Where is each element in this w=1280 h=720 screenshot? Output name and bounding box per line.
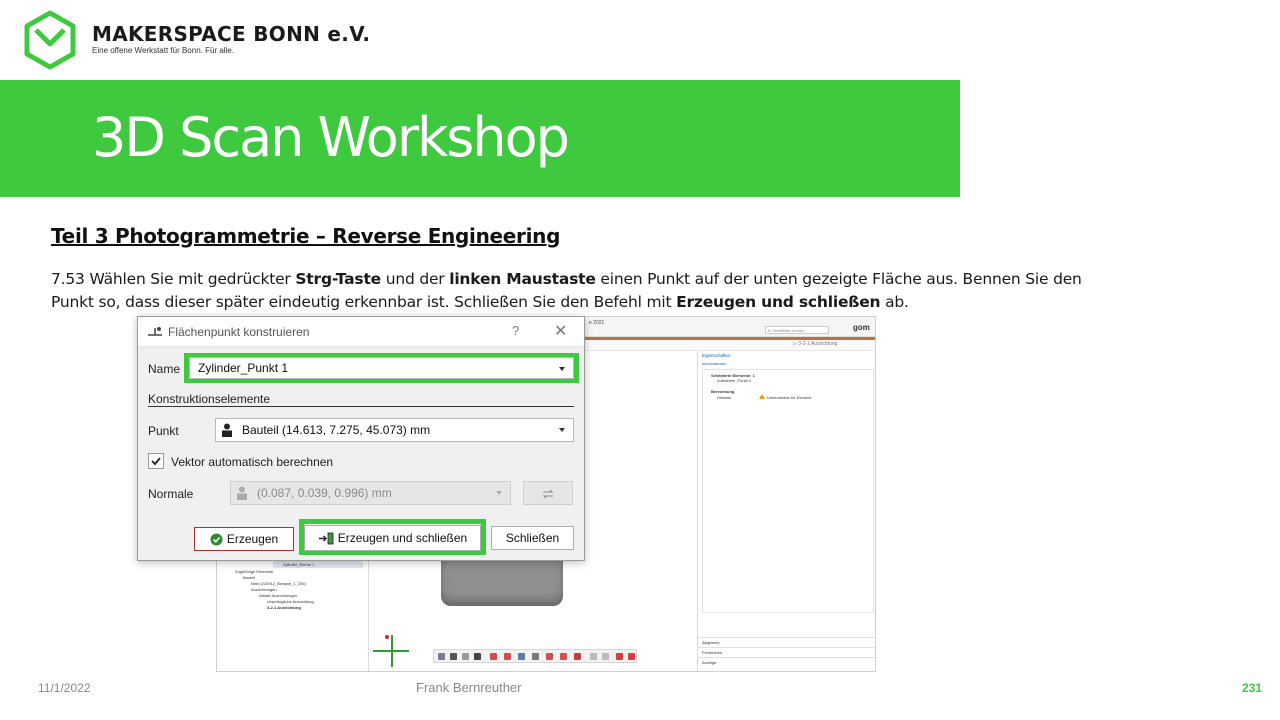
- hint-label: Hinweis: [717, 395, 732, 400]
- axis-indicator-h: [373, 650, 409, 652]
- enter-door-icon: [318, 532, 334, 545]
- chevron-down-icon[interactable]: [559, 428, 565, 432]
- org-name: MAKERSPACE BONN e.V.: [92, 22, 371, 46]
- view-tool-icon[interactable]: [490, 653, 497, 660]
- dialog-title: Flächenpunkt konstruieren: [168, 325, 310, 339]
- tree-header[interactable]: Zylinder_Ebene 1: [273, 561, 363, 568]
- view-tool-icon[interactable]: [602, 653, 609, 660]
- swap-direction-button[interactable]: [523, 481, 573, 505]
- tree-item[interactable]: Netz (220912_Beispiel_1_206): [251, 581, 306, 586]
- point-label: Punkt: [148, 424, 179, 438]
- auto-vector-label: Vektor automatisch berechnen: [171, 455, 334, 469]
- page-number: 231: [1242, 681, 1263, 695]
- app-title: e 2021: [589, 320, 605, 326]
- part-icon: [237, 486, 247, 500]
- chevron-down-icon[interactable]: [559, 367, 565, 371]
- tree-item[interactable]: Bauteil: [243, 575, 255, 580]
- hint-value: Unbenutzbar für Element: [767, 395, 812, 400]
- makerspace-logo-icon: [24, 10, 76, 70]
- section-heading: Teil 3 Photogrammetrie – Reverse Enginee…: [51, 224, 561, 248]
- org-tagline: Eine offene Werkstatt für Bonn. Für alle…: [92, 46, 234, 55]
- view-tool-icon[interactable]: [574, 653, 581, 660]
- tree-item[interactable]: Initiale Ausrichtungen: [259, 593, 297, 598]
- view-tool-icon[interactable]: [450, 653, 457, 660]
- view-tool-icon[interactable]: [560, 653, 567, 660]
- selected-item: Aufnahme_Punkt 4: [717, 378, 752, 383]
- element-tree: Zylinder_Ebene 1 Zugehörige Elemente Bau…: [217, 561, 369, 671]
- panel-footer-item[interactable]: Allgemein: [702, 640, 720, 645]
- section-divider: [148, 406, 574, 407]
- footer-date: 11/1/2022: [38, 681, 91, 695]
- chevron-down-icon: [496, 491, 502, 495]
- view-tool-icon[interactable]: [616, 653, 623, 660]
- dialog-titlebar: Flächenpunkt konstruieren ? ✕: [138, 317, 584, 347]
- warning-icon: [759, 394, 765, 399]
- slide-title: 3D Scan Workshop: [92, 106, 570, 169]
- view-tool-icon[interactable]: [590, 653, 597, 660]
- check-circle-icon: [210, 533, 223, 546]
- surface-point-icon: [148, 327, 162, 336]
- gom-logo: gom: [853, 323, 870, 332]
- help-icon[interactable]: ?: [512, 323, 519, 338]
- close-button[interactable]: Schließen: [491, 526, 574, 550]
- scanned-part: [441, 561, 563, 606]
- alignment-chip[interactable]: ▷ 3-2-1 Ausrichtung: [793, 341, 837, 347]
- normal-select: (0.087, 0.039, 0.996) mm: [230, 481, 511, 505]
- view-tool-icon[interactable]: [438, 653, 445, 660]
- view-tool-icon[interactable]: [504, 653, 511, 660]
- view-tool-icon[interactable]: [474, 653, 481, 660]
- view-toolbar: [433, 649, 637, 663]
- view-tool-icon[interactable]: [628, 653, 635, 660]
- properties-box: Selektierte Elemente: 1 Aufnahme_Punkt 4…: [702, 369, 874, 613]
- view-tool-icon[interactable]: [532, 653, 539, 660]
- part-icon: [222, 423, 232, 437]
- footer-author: Frank Bernreuther: [416, 680, 522, 695]
- panel-divider: [698, 637, 875, 638]
- create-and-close-button[interactable]: Erzeugen und schließen: [304, 525, 481, 551]
- axis-origin-dot: [385, 635, 389, 639]
- name-field[interactable]: Zylinder_Punkt 1: [189, 357, 574, 379]
- calc-heading: Berechnung: [711, 389, 735, 394]
- panel-footer-item[interactable]: Fehlerchen: [702, 650, 722, 655]
- normal-label: Normale: [148, 487, 194, 501]
- information-tab[interactable]: Informationen: [702, 361, 726, 366]
- view-tool-icon[interactable]: [462, 653, 469, 660]
- view-tool-icon[interactable]: [518, 653, 525, 660]
- tree-item[interactable]: Zugehörige Elemente: [235, 569, 273, 574]
- app-search-input[interactable]: In Direkthilfe suchen: [765, 326, 829, 334]
- instruction-text: 7.53 Wählen Sie mit gedrückter Strg-Tast…: [51, 270, 1082, 311]
- tree-item[interactable]: Ausrichtungen: [251, 587, 277, 592]
- panel-footer-item[interactable]: Anzeige: [702, 660, 716, 665]
- view-tool-icon[interactable]: [546, 653, 553, 660]
- swap-icon: [542, 489, 554, 499]
- checkmark-icon: [151, 457, 161, 466]
- create-button[interactable]: Erzeugen: [194, 527, 294, 551]
- auto-vector-checkbox[interactable]: [148, 453, 164, 469]
- panel-divider: [698, 647, 875, 648]
- tree-item[interactable]: 3-2-1 Ausrichtung: [267, 605, 301, 610]
- point-select[interactable]: Bauteil (14.613, 7.275, 45.073) mm: [215, 418, 574, 442]
- close-icon[interactable]: ✕: [554, 321, 567, 341]
- properties-tab[interactable]: Eigenschaften: [702, 353, 731, 358]
- name-label: Name: [148, 362, 181, 376]
- construction-elements-label: Konstruktionselemente: [148, 392, 271, 406]
- tree-item[interactable]: Ursprüngliche Ausrichtung: [267, 599, 314, 604]
- properties-panel: Eigenschaften Informationen Selektierte …: [697, 351, 875, 671]
- panel-divider: [698, 657, 875, 658]
